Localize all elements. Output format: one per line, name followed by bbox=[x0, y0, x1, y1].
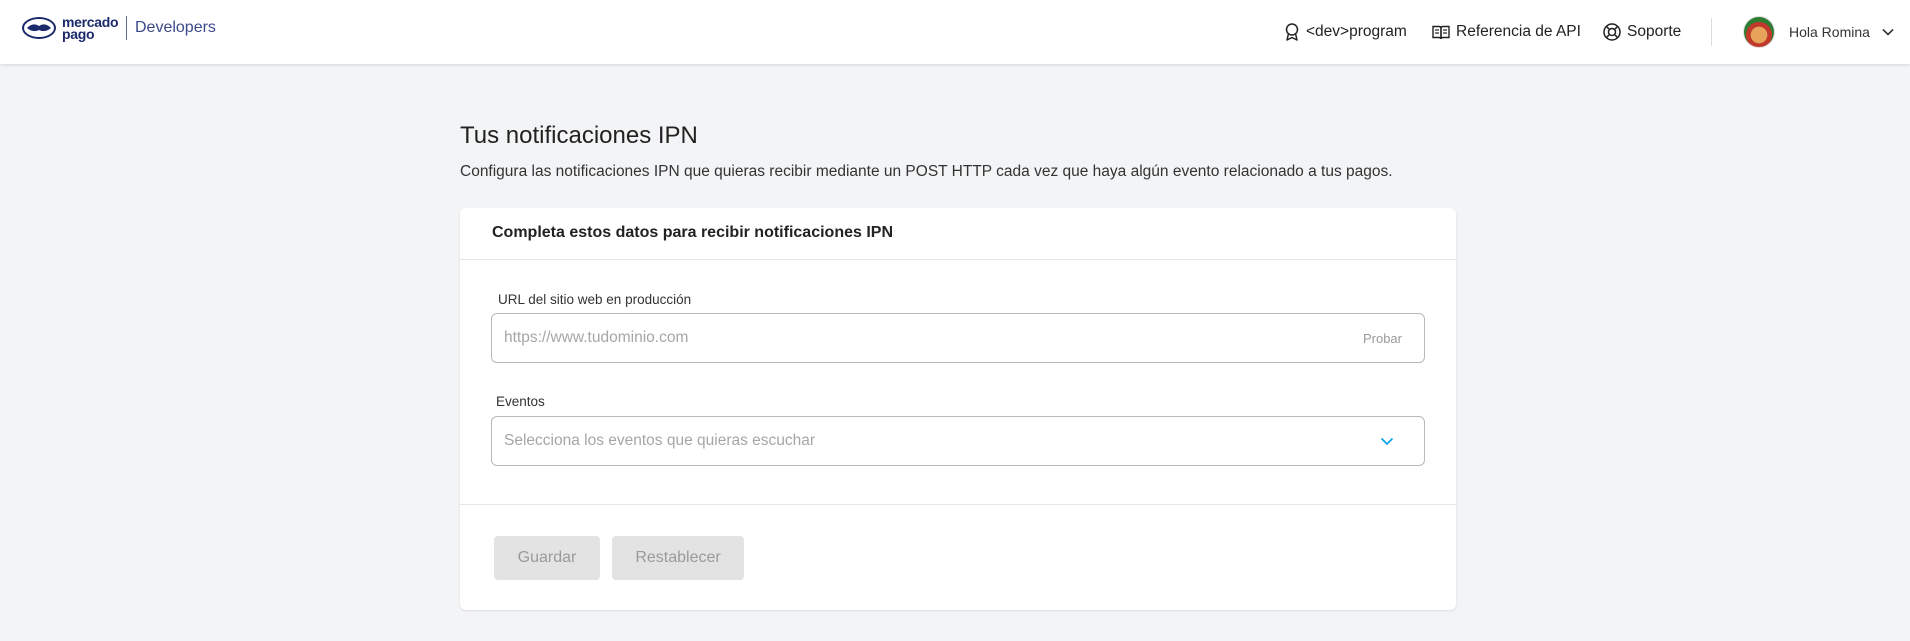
events-select-placeholder: Selecciona los eventos que quieras escuc… bbox=[504, 432, 816, 449]
nav-dev-program-label: <dev>program bbox=[1306, 23, 1407, 40]
lifebuoy-icon bbox=[1603, 23, 1621, 41]
handshake-logo-icon bbox=[22, 17, 56, 39]
book-icon bbox=[1432, 25, 1450, 39]
nav-api-reference[interactable]: Referencia de API bbox=[1432, 0, 1581, 64]
avatar bbox=[1743, 16, 1775, 48]
nav-support[interactable]: Soporte bbox=[1603, 0, 1681, 64]
logo-wordmark: mercado pago bbox=[62, 14, 119, 42]
user-greeting: Hola Romina bbox=[1789, 24, 1870, 40]
events-field-label: Eventos bbox=[496, 394, 545, 409]
save-button[interactable]: Guardar bbox=[494, 536, 600, 580]
user-menu[interactable]: Hola Romina bbox=[1743, 16, 1894, 48]
chevron-down-icon[interactable] bbox=[1380, 437, 1394, 446]
page-subtitle: Configura las notificaciones IPN que qui… bbox=[460, 163, 1393, 180]
nav-dev-program[interactable]: <dev>program bbox=[1284, 0, 1407, 64]
url-field-label: URL del sitio web en producción bbox=[498, 292, 692, 307]
header-divider bbox=[1711, 18, 1712, 46]
ipn-form-card: Completa estos datos para recibir notifi… bbox=[460, 208, 1456, 610]
url-input-placeholder[interactable]: https://www.tudominio.com bbox=[504, 329, 1363, 347]
test-url-button[interactable]: Probar bbox=[1363, 331, 1402, 346]
page-title: Tus notificaciones IPN bbox=[460, 122, 698, 149]
developers-label: Developers bbox=[135, 19, 216, 36]
card-divider bbox=[460, 504, 1456, 505]
events-select[interactable]: Selecciona los eventos que quieras escuc… bbox=[491, 416, 1425, 466]
mercado-pago-logo[interactable]: mercado pago Developers bbox=[21, 14, 216, 42]
reset-button[interactable]: Restablecer bbox=[612, 536, 744, 580]
nav-api-reference-label: Referencia de API bbox=[1456, 23, 1581, 40]
top-header: mercado pago Developers <dev>program Ref… bbox=[0, 0, 1910, 64]
chevron-down-icon bbox=[1882, 28, 1894, 36]
award-icon bbox=[1285, 23, 1299, 41]
logo-divider bbox=[126, 16, 127, 40]
nav-support-label: Soporte bbox=[1627, 23, 1682, 40]
card-title: Completa estos datos para recibir notifi… bbox=[460, 208, 1456, 260]
url-field[interactable]: https://www.tudominio.com Probar bbox=[491, 313, 1425, 363]
